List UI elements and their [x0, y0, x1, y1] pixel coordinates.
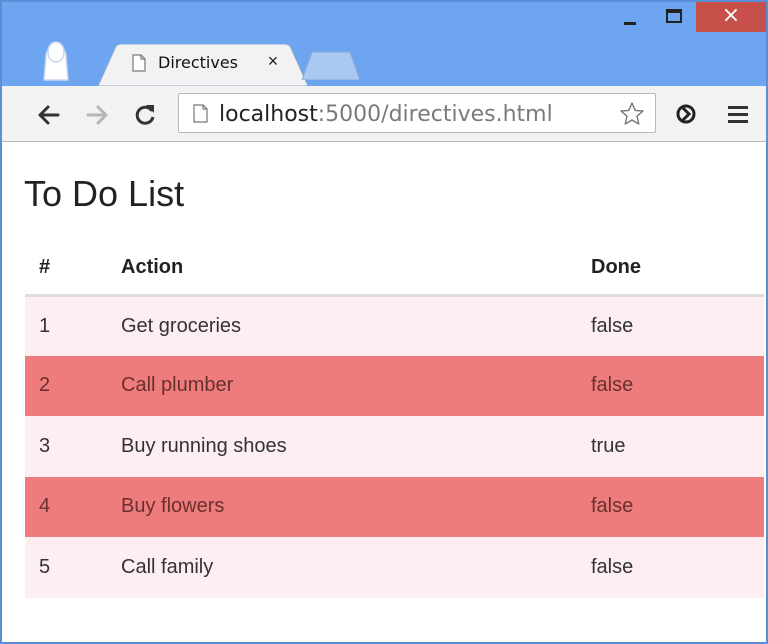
row-action: Buy running shoes	[121, 434, 287, 457]
column-header-done: Done	[591, 241, 764, 297]
row-done: false	[591, 374, 634, 397]
page-icon	[193, 104, 208, 123]
close-tab-icon[interactable]: ×	[264, 52, 282, 70]
table-header-row: # Action Done	[25, 241, 764, 297]
page-icon	[132, 54, 146, 72]
minimize-icon[interactable]	[608, 2, 652, 32]
new-tab-button[interactable]	[302, 50, 360, 80]
column-header-action: Action	[121, 241, 591, 297]
row-number: 3	[39, 434, 51, 457]
tab-title: Directives	[158, 53, 238, 72]
page-content: To Do List # Action Done 1 Get groceries…	[2, 143, 766, 642]
profile-icon[interactable]	[36, 36, 76, 82]
table-row: 5 Call family false	[25, 537, 764, 598]
url-path: :5000/directives.html	[317, 102, 553, 127]
window-close-button[interactable]: ×	[696, 2, 766, 32]
row-action: Get groceries	[121, 314, 242, 337]
row-done: true	[591, 434, 626, 457]
table-row: 1 Get groceries false	[25, 295, 764, 356]
tab-directives[interactable]: Directives ×	[98, 44, 308, 86]
row-number: 5	[39, 555, 51, 578]
row-number: 4	[39, 495, 51, 518]
todo-table: # Action Done 1 Get groceries false 2 Ca…	[25, 241, 764, 598]
row-done: false	[591, 314, 634, 337]
row-action: Call family	[121, 555, 214, 578]
forward-icon[interactable]	[84, 102, 110, 128]
menu-icon[interactable]	[726, 103, 750, 125]
address-url: localhost:5000/directives.html	[219, 102, 553, 127]
row-done: false	[591, 495, 634, 518]
extension-icon[interactable]	[674, 102, 698, 126]
reload-icon[interactable]	[132, 102, 158, 128]
address-bar[interactable]: localhost:5000/directives.html	[178, 93, 656, 133]
maximize-icon[interactable]	[652, 2, 696, 32]
browser-toolbar: localhost:5000/directives.html	[2, 86, 766, 142]
row-action: Buy flowers	[121, 495, 225, 518]
table-row: 4 Buy flowers false	[25, 476, 764, 537]
row-number: 2	[39, 374, 51, 397]
row-action: Call plumber	[121, 374, 234, 397]
star-icon[interactable]	[619, 101, 645, 127]
title-bar: Directives × ×	[2, 2, 766, 86]
column-header-number: #	[25, 241, 121, 297]
back-icon[interactable]	[36, 102, 62, 128]
page-title: To Do List	[24, 173, 185, 214]
row-number: 1	[39, 314, 51, 337]
table-row: 3 Buy running shoes true	[25, 416, 764, 477]
table-row: 2 Call plumber false	[25, 355, 764, 416]
row-done: false	[591, 555, 634, 578]
browser-window: Directives × × localhost:5000/directives…	[0, 0, 768, 644]
url-host: localhost	[219, 102, 318, 127]
close-icon: ×	[721, 3, 741, 28]
